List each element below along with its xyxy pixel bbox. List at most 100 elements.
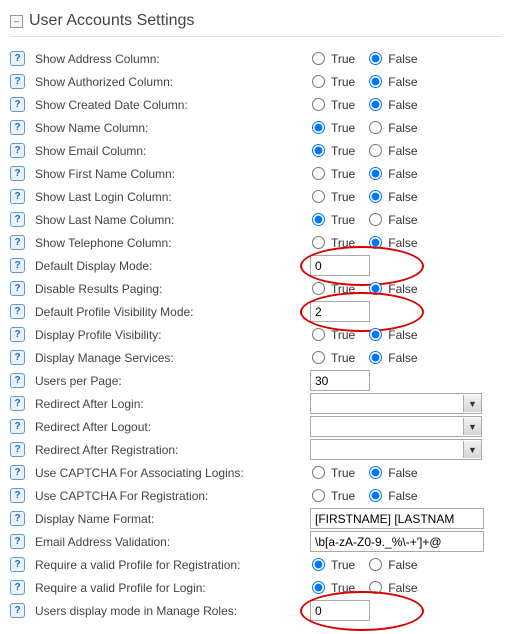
radio-true[interactable] xyxy=(312,167,325,180)
setting-control: TrueFalse xyxy=(310,98,502,112)
radio-true-label: True xyxy=(331,282,355,296)
help-icon[interactable]: ? xyxy=(10,166,25,181)
radio-false[interactable] xyxy=(369,121,382,134)
help-icon[interactable]: ? xyxy=(10,281,25,296)
text-input[interactable] xyxy=(310,531,484,552)
help-icon[interactable]: ? xyxy=(10,373,25,388)
help-icon[interactable]: ? xyxy=(10,580,25,595)
setting-row: ?Show Created Date Column:TrueFalse xyxy=(10,93,502,116)
radio-true[interactable] xyxy=(312,144,325,157)
select-input[interactable]: ▼ xyxy=(310,439,482,460)
help-icon[interactable]: ? xyxy=(10,350,25,365)
radio-false[interactable] xyxy=(369,466,382,479)
radio-false[interactable] xyxy=(369,167,382,180)
help-icon[interactable]: ? xyxy=(10,212,25,227)
radio-true[interactable] xyxy=(312,351,325,364)
radio-true[interactable] xyxy=(312,121,325,134)
radio-false-label: False xyxy=(388,351,417,365)
select-input[interactable]: ▼ xyxy=(310,393,482,414)
radio-true[interactable] xyxy=(312,98,325,111)
radio-false[interactable] xyxy=(369,581,382,594)
radio-false[interactable] xyxy=(369,236,382,249)
help-icon[interactable]: ? xyxy=(10,258,25,273)
radio-true[interactable] xyxy=(312,581,325,594)
radio-false[interactable] xyxy=(369,98,382,111)
setting-control xyxy=(310,255,502,276)
setting-label: Default Profile Visibility Mode: xyxy=(35,305,310,319)
setting-label: Use CAPTCHA For Associating Logins: xyxy=(35,466,310,480)
radio-true-label: True xyxy=(331,581,355,595)
radio-true[interactable] xyxy=(312,75,325,88)
setting-label: Show First Name Column: xyxy=(35,167,310,181)
radio-true[interactable] xyxy=(312,52,325,65)
radio-false-label: False xyxy=(388,213,417,227)
setting-label: Show Telephone Column: xyxy=(35,236,310,250)
setting-row: ?Show Last Name Column:TrueFalse xyxy=(10,208,502,231)
help-icon[interactable]: ? xyxy=(10,235,25,250)
radio-true-label: True xyxy=(331,52,355,66)
help-icon[interactable]: ? xyxy=(10,465,25,480)
radio-group: True False xyxy=(310,581,426,595)
chevron-down-icon[interactable]: ▼ xyxy=(463,441,481,458)
help-icon[interactable]: ? xyxy=(10,442,25,457)
radio-false[interactable] xyxy=(369,489,382,502)
radio-false[interactable] xyxy=(369,351,382,364)
help-icon[interactable]: ? xyxy=(10,488,25,503)
radio-true[interactable] xyxy=(312,466,325,479)
setting-row: ?Use CAPTCHA For Registration:TrueFalse xyxy=(10,484,502,507)
help-icon[interactable]: ? xyxy=(10,143,25,158)
text-input[interactable] xyxy=(310,508,484,529)
radio-false[interactable] xyxy=(369,52,382,65)
radio-false-label: False xyxy=(388,236,417,250)
help-icon[interactable]: ? xyxy=(10,396,25,411)
help-icon[interactable]: ? xyxy=(10,120,25,135)
help-icon[interactable]: ? xyxy=(10,511,25,526)
radio-true[interactable] xyxy=(312,558,325,571)
radio-true-label: True xyxy=(331,466,355,480)
radio-group: TrueFalse xyxy=(310,282,426,296)
radio-true[interactable] xyxy=(312,213,325,226)
radio-false[interactable] xyxy=(369,328,382,341)
help-icon[interactable]: ? xyxy=(10,327,25,342)
radio-false-label: False xyxy=(388,581,417,595)
setting-control: TrueFalse xyxy=(310,328,502,342)
help-icon[interactable]: ? xyxy=(10,557,25,572)
radio-false[interactable] xyxy=(369,213,382,226)
radio-false[interactable] xyxy=(369,282,382,295)
chevron-down-icon[interactable]: ▼ xyxy=(463,395,481,412)
text-input[interactable] xyxy=(310,370,370,391)
help-icon[interactable]: ? xyxy=(10,97,25,112)
radio-group: TrueFalse xyxy=(310,328,426,342)
radio-true[interactable] xyxy=(312,489,325,502)
help-icon[interactable]: ? xyxy=(10,74,25,89)
setting-row: ?Redirect After Login:▼ xyxy=(10,392,502,415)
text-input[interactable] xyxy=(310,301,370,322)
help-icon[interactable]: ? xyxy=(10,189,25,204)
radio-false[interactable] xyxy=(369,558,382,571)
text-input[interactable] xyxy=(310,255,370,276)
setting-control: True False xyxy=(310,213,502,227)
help-icon[interactable]: ? xyxy=(10,51,25,66)
radio-false-label: False xyxy=(388,121,417,135)
text-input[interactable] xyxy=(310,600,370,621)
help-icon[interactable]: ? xyxy=(10,304,25,319)
radio-false[interactable] xyxy=(369,190,382,203)
help-icon[interactable]: ? xyxy=(10,419,25,434)
radio-true-label: True xyxy=(331,213,355,227)
radio-true[interactable] xyxy=(312,190,325,203)
help-icon[interactable]: ? xyxy=(10,534,25,549)
select-input[interactable]: ▼ xyxy=(310,416,482,437)
setting-control: True False xyxy=(310,121,502,135)
setting-control: True False xyxy=(310,581,502,595)
collapse-icon[interactable]: – xyxy=(10,15,23,28)
radio-true[interactable] xyxy=(312,282,325,295)
radio-true[interactable] xyxy=(312,328,325,341)
radio-true[interactable] xyxy=(312,236,325,249)
radio-true-label: True xyxy=(331,121,355,135)
setting-row: ?Disable Results Paging:TrueFalse xyxy=(10,277,502,300)
section-title: User Accounts Settings xyxy=(29,12,194,30)
help-icon[interactable]: ? xyxy=(10,603,25,618)
radio-false[interactable] xyxy=(369,75,382,88)
chevron-down-icon[interactable]: ▼ xyxy=(463,418,481,435)
radio-false[interactable] xyxy=(369,144,382,157)
